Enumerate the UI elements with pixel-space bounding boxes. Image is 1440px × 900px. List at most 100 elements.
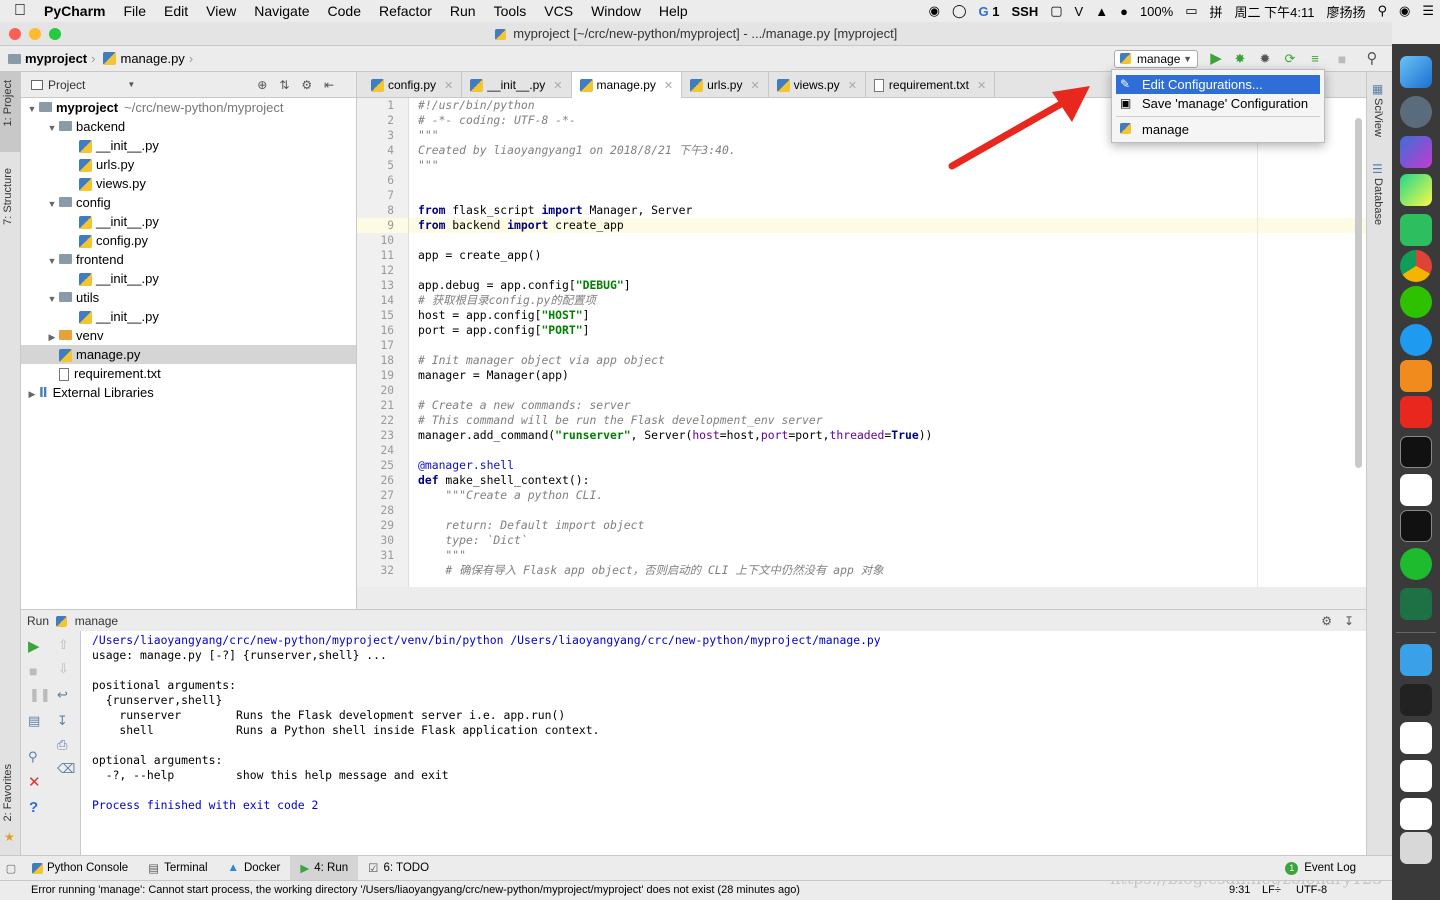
ssh-icon[interactable]: SSH xyxy=(1006,4,1045,19)
hide-panel-icon[interactable]: ⇤ xyxy=(324,78,334,92)
print-icon[interactable]: ⎙ xyxy=(57,737,67,753)
tree-row[interactable]: ▼ config xyxy=(21,193,356,212)
menu-view[interactable]: View xyxy=(197,3,245,19)
tree-row[interactable]: urls.py xyxy=(21,155,356,174)
evernote-icon[interactable] xyxy=(1400,214,1432,246)
pycharm-icon[interactable] xyxy=(1400,174,1432,206)
code-editor[interactable]: #!/usr/bin/python # -*- coding: UTF-8 -*-… xyxy=(409,98,1366,587)
run-console[interactable]: /Users/liaoyangyang/crc/new-python/mypro… xyxy=(81,631,1366,855)
editor-tab[interactable]: urls.py ✕ xyxy=(682,72,769,98)
editor-tab[interactable]: views.py ✕ xyxy=(769,72,866,98)
tab-favorites[interactable]: 2: Favorites xyxy=(2,764,14,821)
finder-icon[interactable] xyxy=(1400,56,1432,88)
qq-browser-icon[interactable] xyxy=(1400,324,1432,356)
notification-center-icon[interactable]: ☰ xyxy=(1416,3,1440,19)
tree-row[interactable]: manage.py xyxy=(21,345,356,364)
help-icon[interactable]: ? xyxy=(29,799,38,816)
excel-icon[interactable] xyxy=(1400,588,1432,620)
tree-row[interactable]: ▼ utils xyxy=(21,288,356,307)
coverage-icon[interactable]: ✹ xyxy=(1257,51,1273,67)
stop-icon[interactable]: ■ xyxy=(29,663,37,679)
gear-icon[interactable]: ⚙ xyxy=(1321,610,1332,632)
minimize-window-button[interactable] xyxy=(29,28,41,40)
user-name[interactable]: 廖扬扬 xyxy=(1320,2,1371,21)
debug-icon[interactable]: ✸ xyxy=(1232,51,1248,67)
chevron-right-icon[interactable]: ▶ xyxy=(25,385,39,404)
stop-icon[interactable]: ■ xyxy=(1334,51,1350,67)
pin-icon[interactable]: ⚲ xyxy=(28,749,38,765)
layout-toggle-icon[interactable]: ▢ xyxy=(0,862,22,875)
gear-icon[interactable]: ⚙ xyxy=(301,78,312,92)
menu-tools[interactable]: Tools xyxy=(485,3,536,19)
menu-code[interactable]: Code xyxy=(319,3,370,19)
tree-row[interactable]: __init__.py xyxy=(21,269,356,288)
chrome-icon[interactable] xyxy=(1400,250,1432,282)
close-tab-icon[interactable]: ✕ xyxy=(444,79,453,92)
tool-run[interactable]: ▶ 4: Run xyxy=(290,855,359,881)
tree-row[interactable]: __init__.py xyxy=(21,212,356,231)
tree-row[interactable]: __init__.py xyxy=(21,307,356,326)
clock-text[interactable]: 周二 下午4:11 xyxy=(1229,2,1321,21)
menu-file[interactable]: File xyxy=(114,3,155,19)
close-tab-icon[interactable]: ✕ xyxy=(750,79,759,92)
editor-tab[interactable]: __init__.py ✕ xyxy=(462,72,572,98)
close-tab-icon[interactable]: ✕ xyxy=(848,79,857,92)
tree-row[interactable]: ▼ myproject ~/crc/new-python/myproject xyxy=(21,98,356,117)
concurrency-icon[interactable]: ≡ xyxy=(1307,51,1323,67)
editor-tab[interactable]: config.py ✕ xyxy=(363,72,463,98)
rerun-icon[interactable]: ▶ xyxy=(28,637,40,655)
vpn-icon[interactable]: ▢ xyxy=(1044,3,1068,19)
recent-doc-icon[interactable] xyxy=(1400,722,1432,754)
menu-help[interactable]: Help xyxy=(650,3,697,19)
menu-refactor[interactable]: Refactor xyxy=(370,3,441,19)
tab-structure[interactable]: 7: Structure xyxy=(2,168,14,225)
gitlab-icon[interactable] xyxy=(1400,396,1432,428)
sublime-text-icon[interactable] xyxy=(1400,360,1432,392)
tool-todo[interactable]: ☑ 6: TODO xyxy=(358,856,439,881)
tool-docker[interactable]: ▲ Docker xyxy=(218,856,291,881)
run-icon[interactable]: ▶ xyxy=(1208,51,1224,67)
siri-icon[interactable]: ◉ xyxy=(1393,3,1416,19)
wechat-icon[interactable] xyxy=(1400,286,1432,318)
spotlight-icon[interactable]: ⚲ xyxy=(1371,3,1393,19)
menu-edit[interactable]: Edit xyxy=(155,3,197,19)
wechat-work-icon[interactable] xyxy=(1400,548,1432,580)
tree-row[interactable]: ▶ Ⅱ External Libraries xyxy=(21,383,356,402)
breadcrumb-project[interactable]: myproject › xyxy=(0,51,99,66)
close-icon[interactable]: ✕ xyxy=(28,773,41,791)
tree-row[interactable]: ▼ frontend xyxy=(21,250,356,269)
trash-icon[interactable]: ⌫ xyxy=(57,761,75,777)
tab-project[interactable]: 1: Project xyxy=(2,80,14,126)
editor-scrollbar[interactable] xyxy=(1355,118,1362,468)
hide-panel-icon[interactable]: ↧ xyxy=(1344,610,1354,632)
zoom-window-button[interactable] xyxy=(49,28,61,40)
search-icon[interactable]: ⚲ xyxy=(1364,51,1380,67)
input-method-icon[interactable]: 拼 xyxy=(1203,2,1228,21)
terminal-icon[interactable] xyxy=(1400,510,1432,542)
restore-layout-icon[interactable]: ▤ xyxy=(28,713,40,729)
profile-icon[interactable]: ⟳ xyxy=(1282,51,1298,67)
recent-doc-icon[interactable] xyxy=(1400,760,1432,792)
close-tab-icon[interactable]: ✕ xyxy=(553,79,562,92)
xshell-icon[interactable] xyxy=(1400,436,1432,468)
tree-row[interactable]: __init__.py xyxy=(21,136,356,155)
recent-doc-icon[interactable] xyxy=(1400,798,1432,830)
trash-icon[interactable] xyxy=(1400,832,1432,864)
calendar-icon[interactable] xyxy=(1400,474,1432,506)
evernote-icon[interactable]: ▲ xyxy=(1089,4,1114,19)
tab-database[interactable]: Database xyxy=(1372,178,1384,225)
tool-terminal[interactable]: ▤ Terminal xyxy=(138,856,217,881)
tree-row[interactable]: requirement.txt xyxy=(21,364,356,383)
tree-row[interactable]: ▼ backend xyxy=(21,117,356,136)
save-configuration-item[interactable]: ▣ Save 'manage' Configuration xyxy=(1116,94,1320,113)
menu-navigate[interactable]: Navigate xyxy=(245,3,318,19)
menu-run[interactable]: Run xyxy=(441,3,485,19)
tree-row[interactable]: views.py xyxy=(21,174,356,193)
close-window-button[interactable] xyxy=(9,28,21,40)
close-tab-icon[interactable]: ✕ xyxy=(664,79,673,92)
scroll-to-end-icon[interactable]: ↧ xyxy=(57,713,68,729)
recent-window-icon[interactable] xyxy=(1400,684,1432,716)
locate-icon[interactable]: ⊕ xyxy=(257,78,267,92)
battery-text[interactable]: 100% xyxy=(1134,4,1179,19)
tree-row[interactable]: ▶ venv xyxy=(21,326,356,345)
